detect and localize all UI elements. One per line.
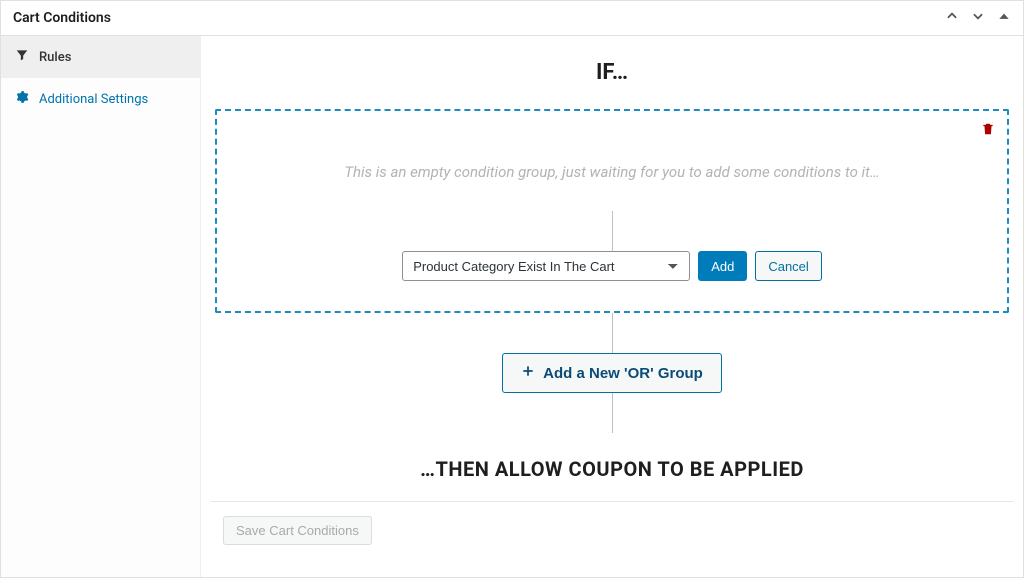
condition-type-select[interactable]: Product Category Exist In The Cart <box>402 251 690 281</box>
panel-footer: Save Cart Conditions <box>211 501 1013 559</box>
panel-title: Cart Conditions <box>13 10 111 26</box>
main-content: IF… This is an empty condition group, ju… <box>201 36 1023 577</box>
if-heading: IF… <box>211 60 1013 85</box>
connector-line <box>612 393 613 433</box>
panel-header-controls <box>945 9 1011 27</box>
condition-group: This is an empty condition group, just w… <box>215 109 1009 313</box>
sidebar: Rules Additional Settings <box>1 36 201 577</box>
panel-body: Rules Additional Settings IF… This is an… <box>1 36 1023 577</box>
panel-header: Cart Conditions <box>1 1 1023 36</box>
move-up-icon[interactable] <box>945 9 959 27</box>
save-cart-conditions-button[interactable]: Save Cart Conditions <box>223 516 372 545</box>
funnel-icon <box>15 48 29 66</box>
add-or-group-label: Add a New 'OR' Group <box>543 365 703 382</box>
add-or-group-button[interactable]: Add a New 'OR' Group <box>502 353 722 393</box>
condition-action-row: Product Category Exist In The Cart Add C… <box>229 251 995 281</box>
cancel-condition-button[interactable]: Cancel <box>755 251 821 281</box>
collapse-icon[interactable] <box>997 9 1011 27</box>
plus-icon <box>521 364 535 382</box>
delete-group-button[interactable] <box>981 121 995 141</box>
add-condition-button[interactable]: Add <box>698 251 747 281</box>
sidebar-item-label: Rules <box>39 50 71 65</box>
then-heading: …THEN ALLOW COUPON TO BE APPLIED <box>211 457 1013 481</box>
cart-conditions-panel: Cart Conditions Rules <box>0 0 1024 578</box>
sidebar-item-additional-settings[interactable]: Additional Settings <box>1 78 200 120</box>
sidebar-item-label: Additional Settings <box>39 92 148 107</box>
empty-group-placeholder: This is an empty condition group, just w… <box>229 163 995 181</box>
gear-icon <box>15 90 29 108</box>
move-down-icon[interactable] <box>971 9 985 27</box>
connector-line <box>612 211 613 251</box>
or-group-row: Add a New 'OR' Group <box>211 353 1013 393</box>
sidebar-item-rules[interactable]: Rules <box>1 36 200 78</box>
connector-line <box>612 313 613 353</box>
